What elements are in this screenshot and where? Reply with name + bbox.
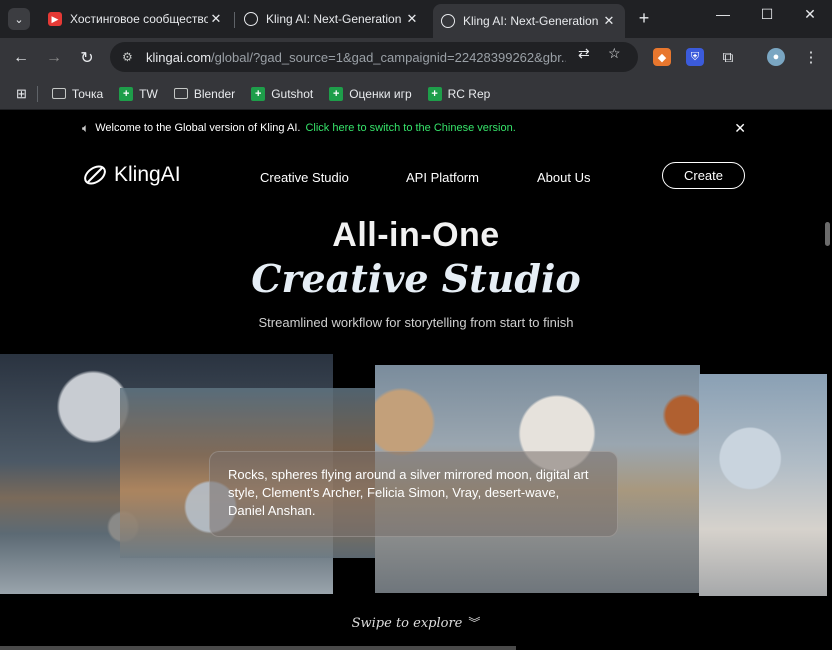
tab-kling-active[interactable]: Kling AI: Next-Generation A ✕ xyxy=(433,4,625,38)
double-chevron-down-icon: ︾ xyxy=(468,616,481,630)
nav-creative-studio[interactable]: Creative Studio xyxy=(260,170,349,185)
switch-version-link[interactable]: Click here to switch to the Chinese vers… xyxy=(305,122,515,134)
close-tab-icon[interactable]: ✕ xyxy=(601,13,617,29)
green-plus-icon: + xyxy=(427,86,442,101)
close-tab-icon[interactable]: ✕ xyxy=(404,11,420,27)
url-text[interactable]: klingai.com/global/?gad_source=1&gad_cam… xyxy=(146,50,566,65)
swipe-text: Swipe to explore xyxy=(351,616,463,631)
vertical-scrollbar[interactable] xyxy=(825,222,830,246)
address-bar[interactable]: ⚙ klingai.com/global/?gad_source=1&gad_c… xyxy=(110,42,638,72)
bookmark-gutshot[interactable]: + Gutshot xyxy=(251,86,313,101)
new-tab-button[interactable]: + xyxy=(634,8,654,29)
site-nav: KlingAI Creative Studio API Platform Abo… xyxy=(0,146,832,206)
metamask-icon[interactable]: ◆ xyxy=(653,48,671,66)
prompt-card: Rocks, spheres flying around a silver mi… xyxy=(209,451,618,537)
tab-title: Kling AI: Next-Generation A xyxy=(266,12,404,26)
logo-text: KlingAI xyxy=(114,163,181,186)
tab-divider xyxy=(234,12,235,28)
kling-icon xyxy=(244,12,258,26)
close-tab-icon[interactable]: ✕ xyxy=(208,11,224,27)
speaker-icon: 🔈︎ xyxy=(82,120,90,135)
web-page: 🔈︎ Welcome to the Global version of Klin… xyxy=(0,110,832,650)
bookmark-tochka[interactable]: Точка xyxy=(51,87,103,101)
forward-arrow-icon[interactable]: → xyxy=(42,46,66,70)
folder-icon xyxy=(51,88,66,99)
tab-kling-1[interactable]: Kling AI: Next-Generation A ✕ xyxy=(236,6,428,32)
announcement-text: Welcome to the Global version of Kling A… xyxy=(95,122,301,134)
bookmark-ocenki[interactable]: + Оценки игр xyxy=(329,86,412,101)
create-button[interactable]: Create xyxy=(662,162,745,189)
browser-chrome: ⌄ ▶ Хостинговое сообщество ✕ Kling AI: N… xyxy=(0,0,832,110)
browser-toolbar: ← → ↻ ⚙ klingai.com/global/?gad_source=1… xyxy=(0,38,832,78)
reload-icon[interactable]: ↻ xyxy=(75,46,99,70)
apps-grid-icon[interactable]: ⊞ xyxy=(16,86,27,102)
tab-hosting[interactable]: ▶ Хостинговое сообщество ✕ xyxy=(40,6,232,32)
back-arrow-icon[interactable]: ← xyxy=(9,46,33,70)
profile-avatar[interactable]: ● xyxy=(767,48,785,66)
green-plus-icon: + xyxy=(119,86,134,101)
green-plus-icon: + xyxy=(251,86,266,101)
bookmarks-divider xyxy=(36,85,38,102)
hero-subtitle: Streamlined workflow for storytelling fr… xyxy=(258,315,574,330)
site-settings-icon[interactable]: ⚙ xyxy=(122,50,140,64)
kling-icon xyxy=(441,14,455,28)
bookmark-tw[interactable]: + TW xyxy=(119,86,158,101)
hero-title-line2: Creative Studio xyxy=(251,256,581,301)
green-plus-icon: + xyxy=(329,86,344,101)
bookmark-blender[interactable]: Blender xyxy=(173,87,235,101)
shield-extension-icon[interactable]: ⛨ xyxy=(686,48,704,66)
tab-title: Kling AI: Next-Generation A xyxy=(463,14,601,28)
horizontal-scrollbar[interactable] xyxy=(0,646,516,650)
close-icon[interactable]: ✕ xyxy=(734,120,746,137)
tab-title: Хостинговое сообщество xyxy=(70,12,208,26)
extensions-puzzle-icon[interactable]: ⧉ xyxy=(719,48,737,66)
tab-search-button[interactable]: ⌄ xyxy=(8,8,30,30)
nav-api-platform[interactable]: API Platform xyxy=(406,170,479,185)
swipe-hint[interactable]: Swipe to explore ︾ xyxy=(0,614,832,631)
nav-about-us[interactable]: About Us xyxy=(537,170,590,185)
maximize-icon[interactable]: ☐ xyxy=(752,6,782,23)
hero-title-line1: All-in-One xyxy=(332,216,500,254)
announcement-bar: 🔈︎ Welcome to the Global version of Klin… xyxy=(0,110,832,146)
red-play-icon: ▶ xyxy=(48,12,62,26)
bookmark-rc-rep[interactable]: + RC Rep xyxy=(427,86,490,101)
minimize-icon[interactable]: — xyxy=(708,6,738,22)
menu-kebab-icon[interactable]: ⋮ xyxy=(802,48,820,66)
kling-logo-icon xyxy=(84,165,106,185)
close-window-icon[interactable]: ✕ xyxy=(795,6,825,23)
bookmark-star-icon[interactable]: ☆ xyxy=(608,45,621,62)
folder-icon xyxy=(173,88,188,99)
bookmarks-bar: ⊞ Точка + TW Blender + Gutshot + Оценки игр… xyxy=(0,78,832,110)
translate-icon[interactable]: ⇄ xyxy=(578,45,590,62)
kling-logo[interactable]: KlingAI xyxy=(82,162,181,188)
tab-bar: ⌄ ▶ Хостинговое сообщество ✕ Kling AI: N… xyxy=(0,0,832,38)
showcase-image-right xyxy=(699,374,827,596)
